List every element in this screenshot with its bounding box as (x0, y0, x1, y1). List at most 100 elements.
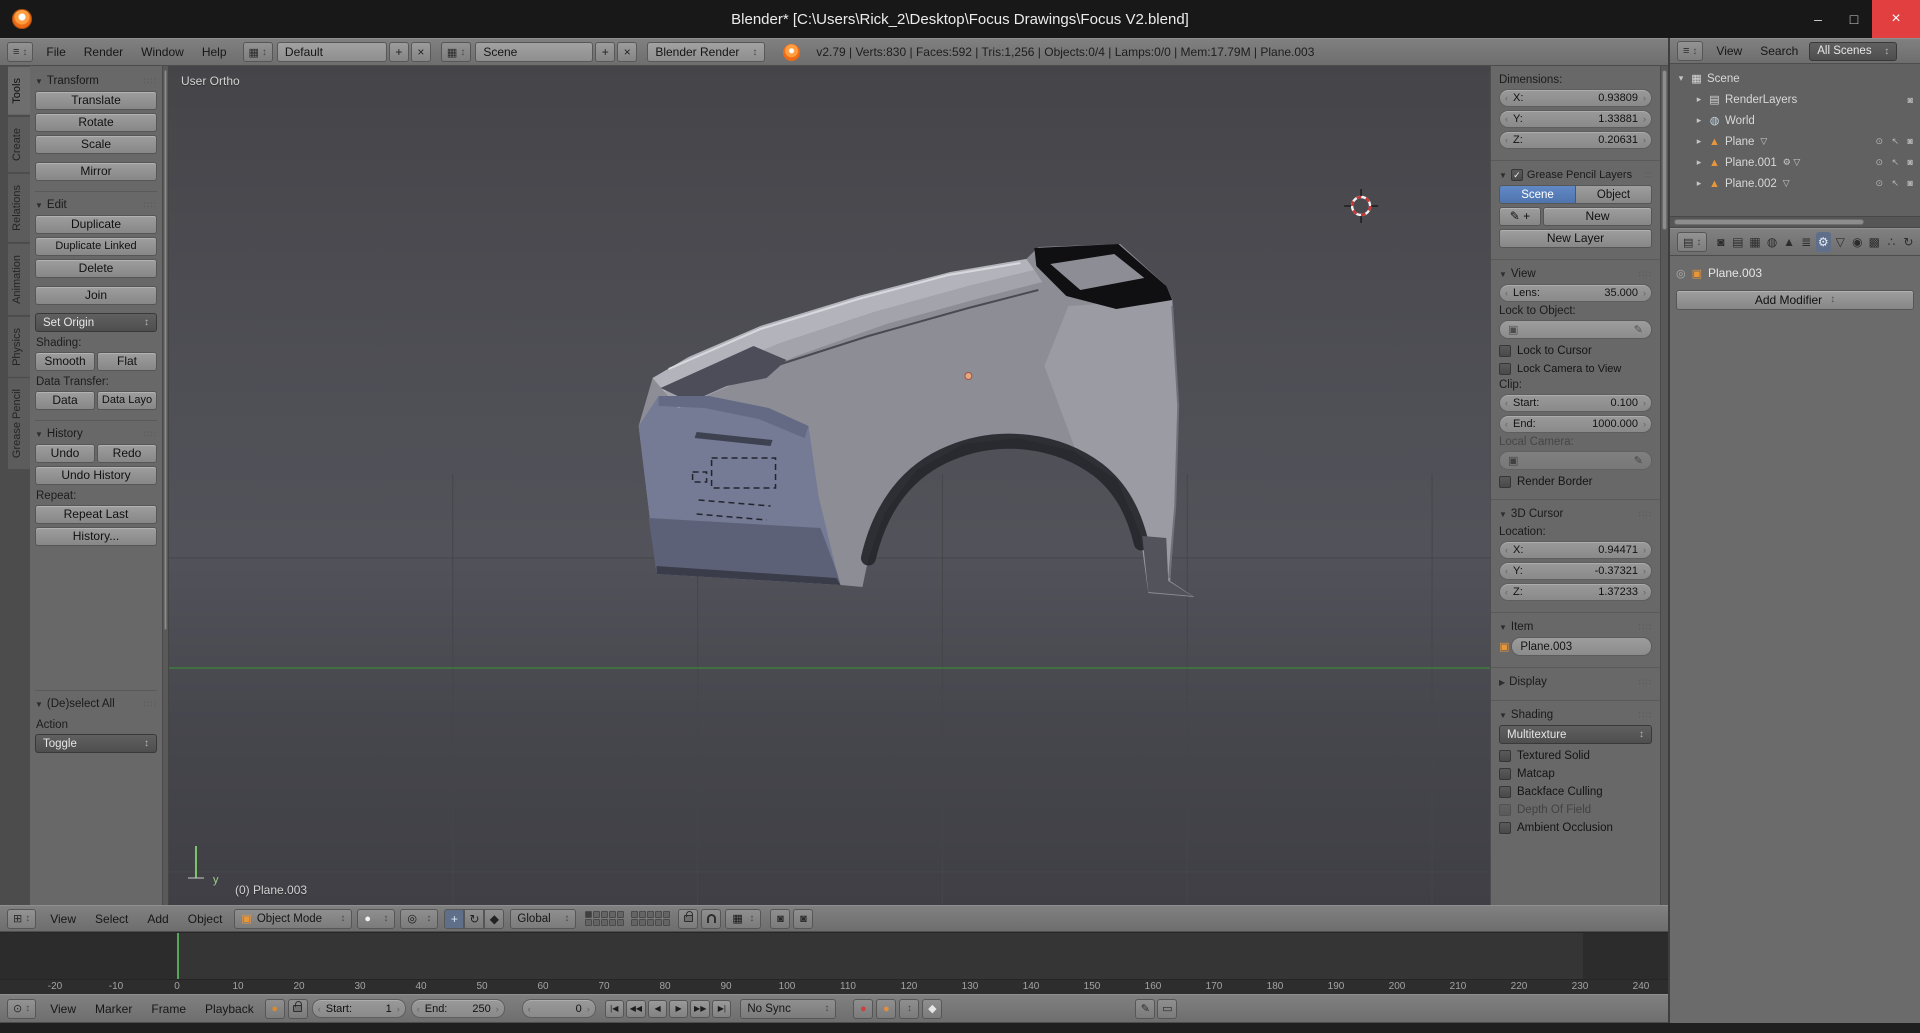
outliner-scrollbar[interactable] (1670, 216, 1920, 228)
shading-mode-select[interactable]: Multitexture↕ (1499, 725, 1652, 744)
backface-culling-row[interactable]: Backface Culling (1499, 783, 1652, 800)
checkbox-icon[interactable] (1499, 476, 1511, 488)
increment-icon[interactable]: › (1643, 587, 1646, 597)
outliner-restrict-icons[interactable]: ⊙ ↖ ◙ (1875, 136, 1916, 147)
shade-smooth-button[interactable]: Smooth (35, 352, 95, 371)
mirror-button[interactable]: Mirror (35, 162, 157, 181)
panel-header-transform[interactable]: ▼Transform∷∷ (35, 71, 157, 91)
properties-tab-modifiers[interactable]: ⚙ (1816, 232, 1831, 252)
close-button[interactable]: × (1872, 0, 1920, 38)
frame-start-field[interactable]: ‹Start:1› (312, 999, 406, 1018)
car-fender-mesh[interactable] (639, 244, 1195, 597)
expand-icon[interactable]: ▸ (1694, 178, 1704, 189)
play-button[interactable]: ▶ (669, 1000, 688, 1018)
increment-icon[interactable]: › (397, 1004, 400, 1014)
matcap-row[interactable]: Matcap (1499, 765, 1652, 782)
duplicate-linked-button[interactable]: Duplicate Linked (35, 237, 157, 256)
scene-icon[interactable]: ▦↕ (441, 42, 471, 62)
increment-icon[interactable]: › (1643, 135, 1646, 145)
increment-icon[interactable]: › (587, 1004, 590, 1014)
layer-toggle[interactable] (617, 919, 624, 926)
data-layout-button[interactable]: Data Layo (97, 391, 157, 410)
outliner-menu-view[interactable]: View (1707, 39, 1751, 63)
outliner-row[interactable]: ▸▲Plane.001⚙ ▽⊙ ↖ ◙ (1670, 152, 1920, 173)
layer-toggle[interactable] (655, 911, 662, 918)
properties-editor-type-icon[interactable]: ▤↕ (1677, 232, 1707, 252)
layer-toggle[interactable] (631, 919, 638, 926)
gp-object-toggle[interactable]: Object (1576, 185, 1652, 204)
gp-new-button[interactable]: New (1543, 207, 1652, 226)
checkbox-icon[interactable] (1499, 750, 1511, 762)
opengl-render-anim-icon[interactable]: ◙ (793, 909, 813, 929)
decrement-icon[interactable]: ‹ (528, 1004, 531, 1014)
gp-scene-toggle[interactable]: Scene (1499, 185, 1576, 204)
outliner-row[interactable]: ▸▤RenderLayers◙ (1670, 89, 1920, 110)
viewport-menu-object[interactable]: Object (179, 906, 232, 931)
sync-mode-select[interactable]: No Sync↕ (740, 999, 836, 1019)
layer-toggle[interactable] (601, 911, 608, 918)
expand-icon[interactable]: ▸ (1694, 115, 1704, 126)
mode-select[interactable]: ▣Object Mode↕ (234, 909, 352, 929)
layer-toggle[interactable] (663, 911, 670, 918)
ghost-frames-icon[interactable]: ▭ (1157, 999, 1177, 1019)
expand-icon[interactable]: ▸ (1694, 157, 1704, 168)
join-button[interactable]: Join (35, 286, 157, 305)
cursor-z-field[interactable]: ‹Z:1.37233› (1499, 583, 1652, 601)
next-keyframe-button[interactable]: ▶▶ (690, 1000, 710, 1018)
timeline-menu-view[interactable]: View (41, 995, 85, 1022)
dimension-z-field[interactable]: ‹Z:0.20631› (1499, 131, 1652, 149)
scrollbar-thumb[interactable] (164, 70, 167, 630)
pencil-icon[interactable]: ✎ (1135, 999, 1155, 1019)
menu-help[interactable]: Help (193, 39, 236, 65)
panel-header-view[interactable]: ▼View∷∷ (1499, 264, 1652, 284)
properties-tab-render-layers[interactable]: ▤ (1730, 232, 1745, 252)
properties-tab-render[interactable]: ◙ (1713, 232, 1728, 252)
increment-icon[interactable]: › (1643, 114, 1646, 124)
outliner-row[interactable]: ▸◍World (1670, 110, 1920, 131)
properties-tab-constraints[interactable]: ≣ (1799, 232, 1814, 252)
auto-keyframe-record-icon[interactable]: ● (853, 999, 873, 1019)
scrollbar-thumb[interactable] (1662, 70, 1667, 230)
outliner-row[interactable]: ▸▲Plane.002▽⊙ ↖ ◙ (1670, 173, 1920, 194)
lock-to-cursor-row[interactable]: Lock to Cursor (1499, 342, 1652, 359)
layer-toggle[interactable] (655, 919, 662, 926)
panel-header-display[interactable]: ▶Display∷∷ (1499, 672, 1652, 692)
layer-toggle[interactable] (631, 911, 638, 918)
lock-object-field[interactable]: ▣✎ (1499, 320, 1652, 339)
decrement-icon[interactable]: ‹ (1505, 93, 1508, 103)
timeline-menu-frame[interactable]: Frame (142, 995, 195, 1022)
eyedropper-icon[interactable]: ✎ (1634, 323, 1643, 336)
depth-of-field-row[interactable]: Depth Of Field (1499, 801, 1652, 818)
panel-header-grease-pencil[interactable]: ▼✓Grease Pencil Layers∷ (1499, 165, 1652, 185)
redo-button[interactable]: Redo (97, 444, 157, 463)
outliner-scope-select[interactable]: All Scenes↕ (1809, 42, 1897, 61)
decrement-icon[interactable]: ‹ (417, 1004, 420, 1014)
orientation-select[interactable]: Global↕ (510, 909, 576, 929)
outliner-restrict-icons[interactable]: ⊙ ↖ ◙ (1875, 178, 1916, 189)
local-camera-field[interactable]: ▣✎ (1499, 451, 1652, 470)
cursor-x-field[interactable]: ‹X:0.94471› (1499, 541, 1652, 559)
jump-end-button[interactable]: ▶| (712, 1000, 731, 1018)
properties-tab-physics[interactable]: ↻ (1901, 232, 1916, 252)
viewport-menu-select[interactable]: Select (86, 906, 137, 931)
viewport-canvas[interactable]: y (169, 66, 1490, 905)
manipulator-translate-button[interactable]: + (444, 909, 464, 929)
pivot-select[interactable]: ◎↕ (400, 909, 438, 929)
checkbox-icon[interactable] (1499, 363, 1511, 375)
expand-icon[interactable]: ▸ (1694, 94, 1704, 105)
lens-field[interactable]: ‹Lens:35.000› (1499, 284, 1652, 302)
action-select[interactable]: Toggle↕ (35, 734, 157, 753)
dimension-y-field[interactable]: ‹Y:1.33881› (1499, 110, 1652, 128)
repeat-last-button[interactable]: Repeat Last (35, 505, 157, 524)
layer-toggle[interactable] (647, 919, 654, 926)
viewport-shading-select[interactable]: ●↕ (357, 909, 395, 929)
minimize-button[interactable]: – (1800, 0, 1836, 38)
timeline-menu-marker[interactable]: Marker (86, 995, 141, 1022)
undo-history-button[interactable]: Undo History (35, 466, 157, 485)
menu-render[interactable]: Render (75, 39, 132, 65)
checkbox-icon[interactable] (1499, 822, 1511, 834)
maximize-button[interactable]: □ (1836, 0, 1872, 38)
outliner-restrict-icons[interactable]: ⊙ ↖ ◙ (1875, 157, 1916, 168)
undo-button[interactable]: Undo (35, 444, 95, 463)
lock-camera-row[interactable]: Lock Camera to View (1499, 360, 1652, 377)
